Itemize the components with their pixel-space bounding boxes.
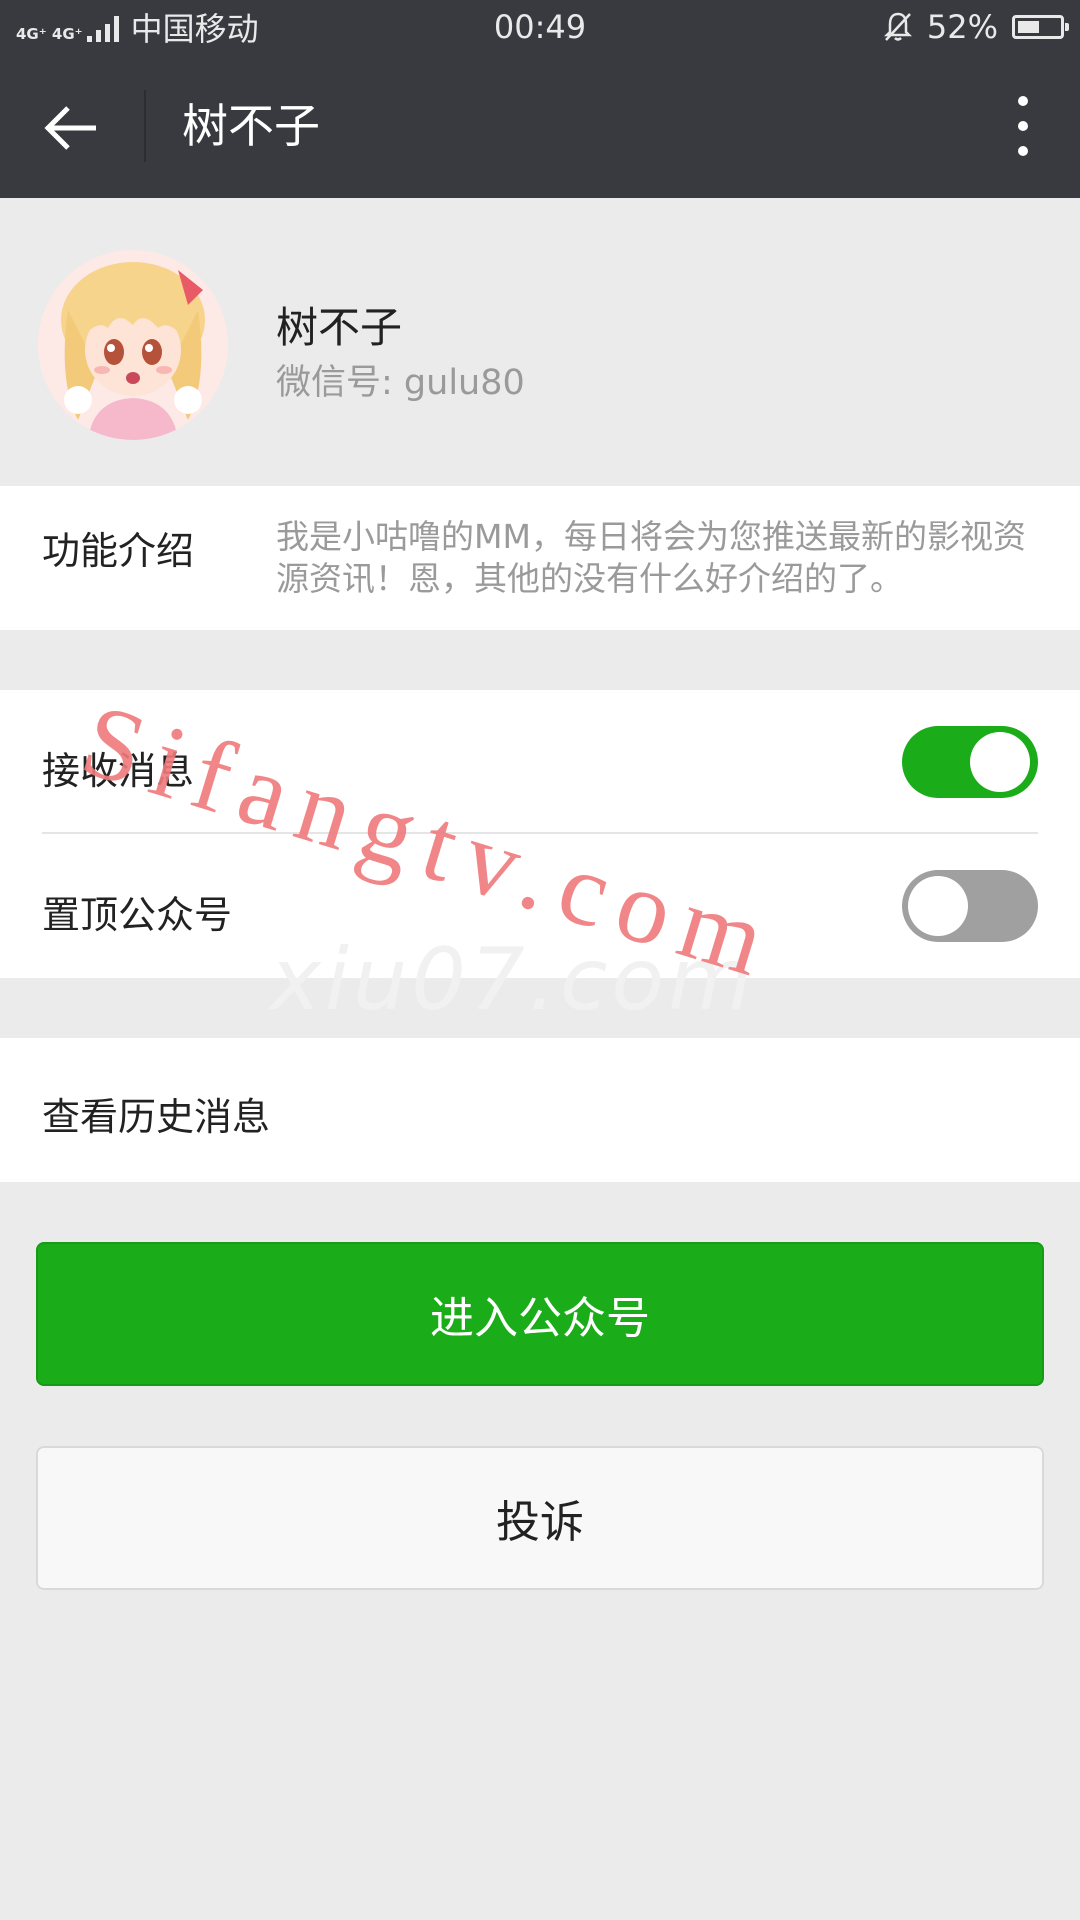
page-title: 树不子 [182,99,320,153]
status-right: 52% [883,6,1069,48]
wechat-id: 微信号: gulu80 [276,363,525,403]
view-history-item[interactable]: 查看历史消息 [0,1038,1080,1182]
pin-account-toggle[interactable] [902,870,1038,942]
anime-girl-avatar-icon [38,250,228,440]
back-arrow-icon [44,106,96,150]
more-dots-icon [1018,96,1028,106]
report-button[interactable]: 投诉 [36,1446,1044,1590]
more-menu-button[interactable] [998,90,1048,162]
profile-section: 树不子 微信号: gulu80 [0,198,1080,486]
pin-account-label: 置顶公众号 [42,893,233,937]
bell-off-icon [883,12,912,41]
back-button[interactable] [40,96,104,160]
intro-section: 功能介绍 我是小咕噜的MM，每日将会为您推送最新的影视资源资讯！恩，其他的没有什… [0,486,1080,630]
avatar[interactable] [38,250,228,440]
enter-account-button[interactable]: 进入公众号 [36,1242,1044,1386]
battery-icon [1012,15,1069,39]
intro-label: 功能介绍 [42,529,195,573]
title-bar: 树不子 [0,54,1080,198]
receive-messages-toggle[interactable] [902,726,1038,798]
intro-text: 我是小咕噜的MM，每日将会为您推送最新的影视资源资讯！恩，其他的没有什么好介绍的… [276,517,1026,598]
title-divider [144,90,146,162]
battery-percent: 52% [926,8,998,46]
status-bar: 4G⁺ 4G⁺ 中国移动 00:49 52% [0,0,1080,54]
profile-name: 树不子 [276,303,403,352]
view-history-label: 查看历史消息 [42,1095,271,1139]
